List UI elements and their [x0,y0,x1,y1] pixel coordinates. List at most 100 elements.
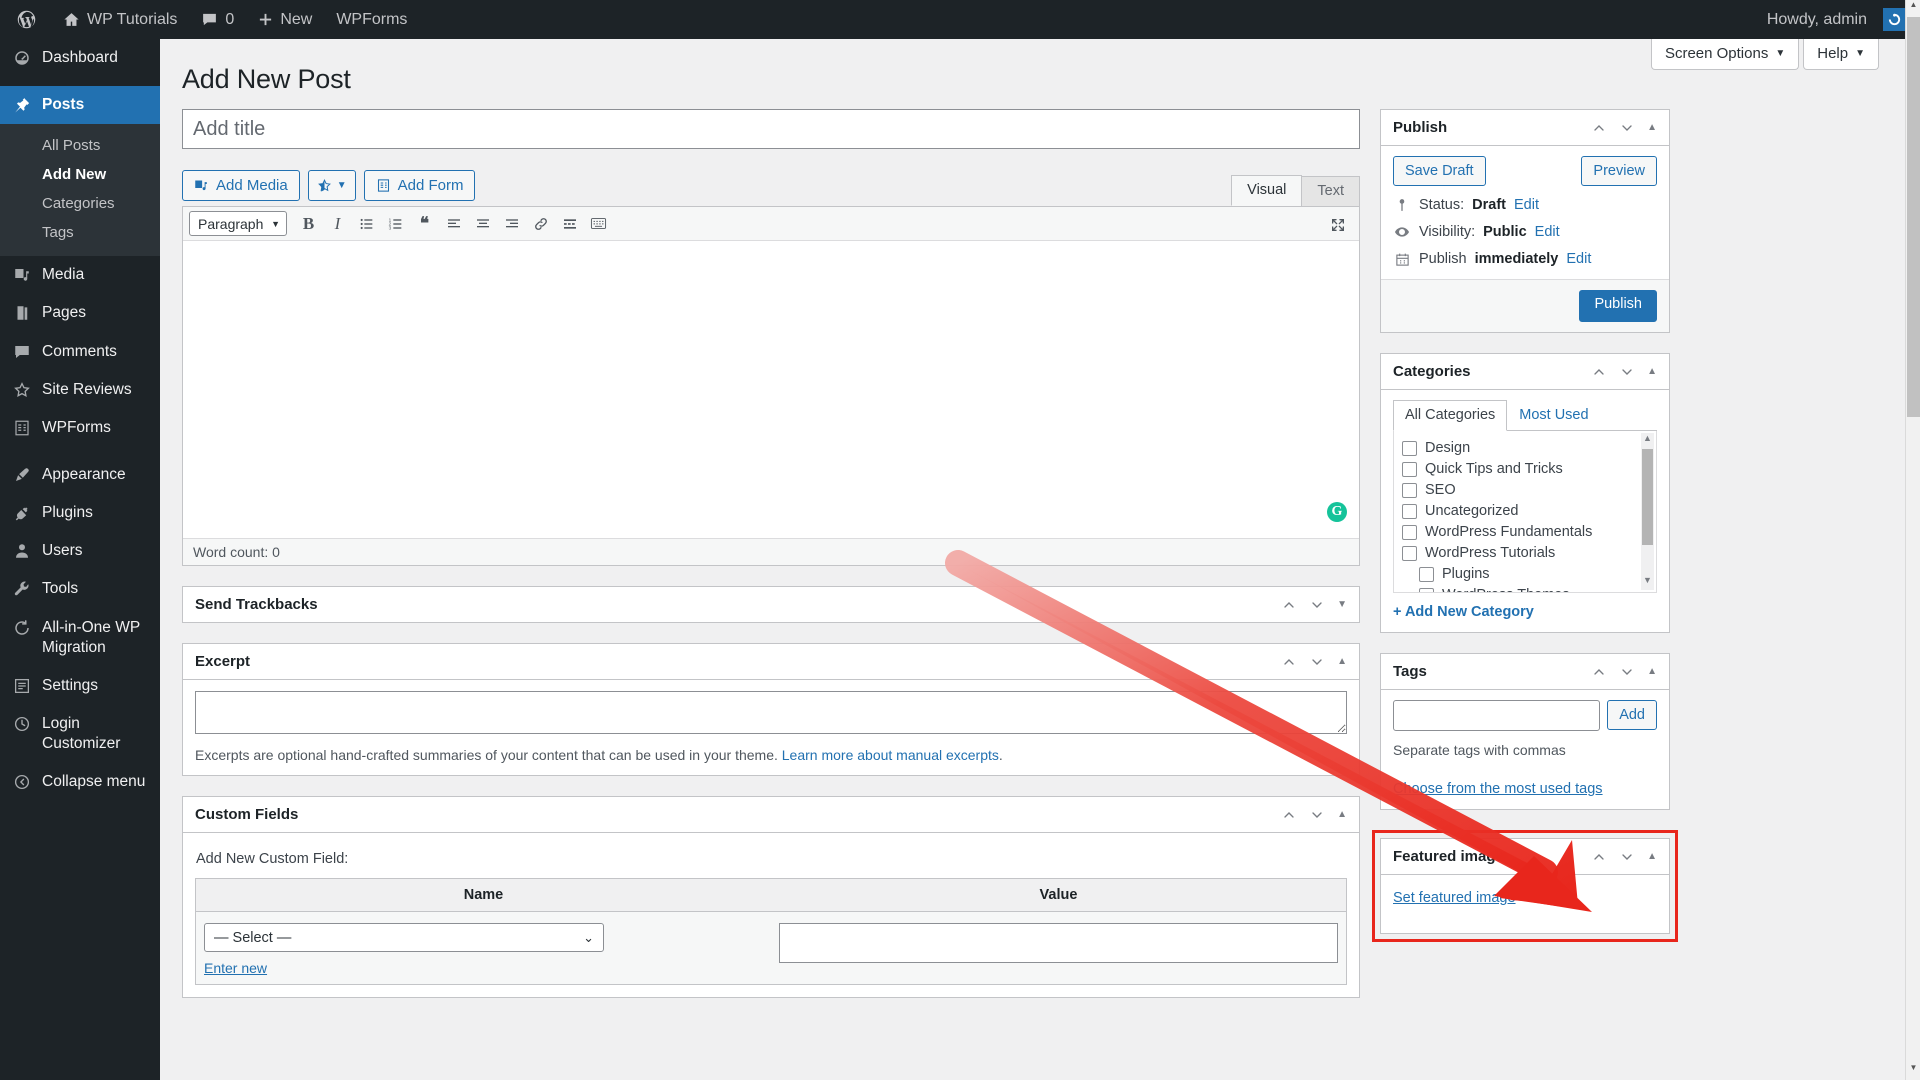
category-checkbox[interactable] [1402,503,1417,519]
sidebar-item-users[interactable]: Users [0,532,160,570]
move-down-icon[interactable] [1309,807,1325,823]
sidebar-item-add-new[interactable]: Add New [0,160,160,189]
move-down-icon[interactable] [1619,849,1635,865]
numbered-list-icon[interactable]: 123 [382,211,409,236]
move-down-icon[interactable] [1619,364,1635,380]
category-checkbox[interactable] [1419,566,1434,582]
paragraph-format-select[interactable]: Paragraph ▼ [189,211,287,236]
tab-visual[interactable]: Visual [1231,175,1303,206]
publish-header[interactable]: Publish ▲ [1381,110,1669,146]
move-up-icon[interactable] [1591,664,1607,680]
category-checkbox[interactable] [1402,461,1417,477]
move-up-icon[interactable] [1591,364,1607,380]
sidebar-item-all-in-one-wp-migration[interactable]: All-in-One WP Migration [0,609,160,667]
site-name-menu[interactable]: WP Tutorials [51,0,189,39]
category-checkbox[interactable] [1402,440,1417,456]
tags-input[interactable] [1393,700,1601,731]
sidebar-item-all-posts[interactable]: All Posts [0,131,160,160]
move-down-icon[interactable] [1309,654,1325,670]
categories-checklist[interactable]: Design Quick Tips and Tricks SEO Uncateg… [1393,431,1657,593]
move-up-icon[interactable] [1281,654,1297,670]
sidebar-item-login-customizer[interactable]: Login Customizer [0,705,160,763]
toggle-panel-icon[interactable]: ▲ [1647,851,1657,862]
post-title-input[interactable] [182,109,1360,149]
move-up-icon[interactable] [1281,597,1297,613]
list-item[interactable]: Uncategorized [1402,501,1648,522]
list-item[interactable]: Design [1402,438,1648,459]
scroll-thumb[interactable] [1642,449,1653,545]
custom-fields-header[interactable]: Custom Fields ▲ [183,797,1359,833]
toggle-panel-icon[interactable]: ▼ [1337,599,1347,610]
visibility-edit-link[interactable]: Edit [1535,224,1560,240]
scroll-up-icon[interactable]: ▲ [1641,433,1654,448]
align-left-icon[interactable] [440,211,467,236]
sidebar-item-media[interactable]: Media [0,256,160,294]
category-checkbox[interactable] [1402,545,1417,561]
toggle-panel-icon[interactable]: ▲ [1337,656,1347,667]
help-button[interactable]: Help ▼ [1803,39,1879,70]
sidebar-item-collapse-menu[interactable]: Collapse menu [0,763,160,801]
tab-most-used[interactable]: Most Used [1507,400,1600,431]
sidebar-item-tools[interactable]: Tools [0,570,160,608]
new-content-menu[interactable]: New [246,0,324,39]
toggle-panel-icon[interactable]: ▲ [1647,122,1657,133]
move-down-icon[interactable] [1619,120,1635,136]
toggle-panel-icon[interactable]: ▲ [1337,809,1347,820]
category-checkbox[interactable] [1419,587,1434,592]
enter-new-link[interactable]: Enter new [204,960,763,976]
scroll-down-icon[interactable]: ▼ [1906,1063,1920,1080]
rating-shortcode-button[interactable]: ▼ [307,170,356,201]
my-account-menu[interactable]: Howdy, admin [1755,0,1906,39]
custom-field-value-textarea[interactable] [779,923,1338,963]
screen-options-button[interactable]: Screen Options ▼ [1650,39,1800,70]
toggle-panel-icon[interactable]: ▲ [1647,366,1657,377]
sidebar-item-plugins[interactable]: Plugins [0,494,160,532]
editor-content-area[interactable]: G [183,241,1359,538]
excerpt-textarea[interactable] [195,691,1347,734]
excerpt-header[interactable]: Excerpt ▲ [183,644,1359,680]
sidebar-item-wpforms[interactable]: WPForms [0,409,160,447]
blockquote-icon[interactable]: ❝ [411,211,438,236]
category-checkbox[interactable] [1402,482,1417,498]
toolbar-toggle-icon[interactable] [585,211,612,236]
most-used-tags-link[interactable]: Choose from the most used tags [1393,781,1657,797]
list-item[interactable]: WordPress Fundamentals [1402,522,1648,543]
sidebar-item-pages[interactable]: Pages [0,294,160,332]
move-down-icon[interactable] [1619,664,1635,680]
toggle-panel-icon[interactable]: ▲ [1647,666,1657,677]
add-form-button[interactable]: Add Form [363,170,476,201]
link-icon[interactable] [527,211,554,236]
list-item[interactable]: WordPress Themes [1402,585,1648,592]
categories-scrollbar[interactable]: ▲ ▼ [1641,433,1654,590]
tags-header[interactable]: Tags ▲ [1381,654,1669,690]
publish-date-edit-link[interactable]: Edit [1566,251,1591,267]
sidebar-item-comments[interactable]: Comments [0,333,160,371]
sidebar-item-site-reviews[interactable]: Site Reviews [0,371,160,409]
sidebar-item-settings[interactable]: Settings [0,667,160,705]
list-item[interactable]: WordPress Tutorials [1402,543,1648,564]
align-center-icon[interactable] [469,211,496,236]
sidebar-item-appearance[interactable]: Appearance [0,456,160,494]
tab-text[interactable]: Text [1301,176,1360,206]
move-up-icon[interactable] [1591,120,1607,136]
sidebar-item-categories[interactable]: Categories [0,189,160,218]
featured-image-header[interactable]: Featured image ▲ [1381,839,1669,875]
move-down-icon[interactable] [1309,597,1325,613]
preview-button[interactable]: Preview [1581,156,1657,186]
publish-button[interactable]: Publish [1579,290,1657,322]
add-media-button[interactable]: Add Media [182,170,300,201]
scroll-up-icon[interactable]: ▲ [1906,0,1920,17]
list-item[interactable]: Plugins [1402,564,1648,585]
custom-field-name-select[interactable]: — Select — ⌄ [204,923,604,952]
wpforms-menu[interactable]: WPForms [324,0,419,39]
italic-icon[interactable]: I [324,211,351,236]
save-draft-button[interactable]: Save Draft [1393,156,1486,186]
status-edit-link[interactable]: Edit [1514,197,1539,213]
list-item[interactable]: Quick Tips and Tricks [1402,459,1648,480]
move-up-icon[interactable] [1281,807,1297,823]
scroll-down-icon[interactable]: ▼ [1641,575,1654,590]
add-tag-button[interactable]: Add [1607,700,1657,730]
sidebar-item-dashboard[interactable]: Dashboard [0,39,160,77]
excerpt-help-link[interactable]: Learn more about manual excerpts [782,747,999,763]
sidebar-item-posts[interactable]: Posts [0,86,168,125]
